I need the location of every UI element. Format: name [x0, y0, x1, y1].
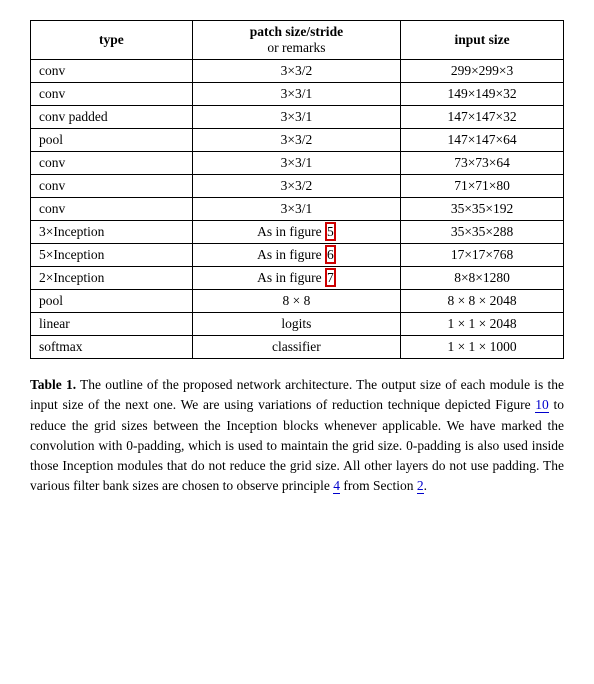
cell-patch: As in figure 6 — [192, 244, 400, 267]
table-row: 3×InceptionAs in figure 535×35×288 — [31, 221, 564, 244]
cell-type: 5×Inception — [31, 244, 193, 267]
cell-patch: 3×3/1 — [192, 198, 400, 221]
table-caption: Table 1. The outline of the proposed net… — [30, 375, 564, 497]
cell-patch: As in figure 5 — [192, 221, 400, 244]
cell-patch: 3×3/2 — [192, 60, 400, 83]
cell-input: 17×17×768 — [401, 244, 564, 267]
cell-type: pool — [31, 129, 193, 152]
cell-input: 8×8×1280 — [401, 267, 564, 290]
cell-patch: 3×3/1 — [192, 106, 400, 129]
cell-patch: logits — [192, 313, 400, 336]
cell-input: 71×71×80 — [401, 175, 564, 198]
table-row: pool3×3/2147×147×64 — [31, 129, 564, 152]
caption-text-4: . — [424, 478, 427, 493]
table-row: 2×InceptionAs in figure 78×8×1280 — [31, 267, 564, 290]
cell-type: 2×Inception — [31, 267, 193, 290]
table-row: conv3×3/173×73×64 — [31, 152, 564, 175]
cell-type: conv — [31, 60, 193, 83]
caption-text-1: The outline of the proposed network arch… — [30, 377, 564, 412]
cell-input: 149×149×32 — [401, 83, 564, 106]
table-row: conv3×3/135×35×192 — [31, 198, 564, 221]
cell-patch: As in figure 7 — [192, 267, 400, 290]
table-row: softmaxclassifier1 × 1 × 1000 — [31, 336, 564, 359]
cell-input: 147×147×32 — [401, 106, 564, 129]
cell-type: conv — [31, 198, 193, 221]
col-header-patch: patch size/stride or remarks — [192, 21, 400, 60]
cell-type: 3×Inception — [31, 221, 193, 244]
table-row: 5×InceptionAs in figure 617×17×768 — [31, 244, 564, 267]
cell-patch: 3×3/1 — [192, 152, 400, 175]
cell-patch: 3×3/1 — [192, 83, 400, 106]
col-header-input: input size — [401, 21, 564, 60]
ref-2[interactable]: 2 — [417, 478, 424, 494]
table-row: pool8 × 88 × 8 × 2048 — [31, 290, 564, 313]
cell-type: conv — [31, 152, 193, 175]
table-row: linearlogits1 × 1 × 2048 — [31, 313, 564, 336]
cell-input: 1 × 1 × 1000 — [401, 336, 564, 359]
cell-type: conv padded — [31, 106, 193, 129]
cell-input: 1 × 1 × 2048 — [401, 313, 564, 336]
table-row: conv3×3/2299×299×3 — [31, 60, 564, 83]
cell-type: conv — [31, 83, 193, 106]
architecture-table: type patch size/stride or remarks input … — [30, 20, 564, 359]
cell-patch: 8 × 8 — [192, 290, 400, 313]
cell-type: pool — [31, 290, 193, 313]
cell-patch: 3×3/2 — [192, 129, 400, 152]
table-row: conv padded3×3/1147×147×32 — [31, 106, 564, 129]
cell-input: 147×147×64 — [401, 129, 564, 152]
cell-type: conv — [31, 175, 193, 198]
cell-input: 8 × 8 × 2048 — [401, 290, 564, 313]
caption-text-3: from Section — [340, 478, 417, 493]
cell-input: 35×35×288 — [401, 221, 564, 244]
cell-type: linear — [31, 313, 193, 336]
ref-10[interactable]: 10 — [535, 397, 549, 413]
cell-patch: 3×3/2 — [192, 175, 400, 198]
col-header-type: type — [31, 21, 193, 60]
table-row: conv3×3/271×71×80 — [31, 175, 564, 198]
caption-title: Table 1. — [30, 377, 76, 392]
cell-input: 35×35×192 — [401, 198, 564, 221]
cell-type: softmax — [31, 336, 193, 359]
cell-patch: classifier — [192, 336, 400, 359]
table-row: conv3×3/1149×149×32 — [31, 83, 564, 106]
cell-input: 299×299×3 — [401, 60, 564, 83]
cell-input: 73×73×64 — [401, 152, 564, 175]
